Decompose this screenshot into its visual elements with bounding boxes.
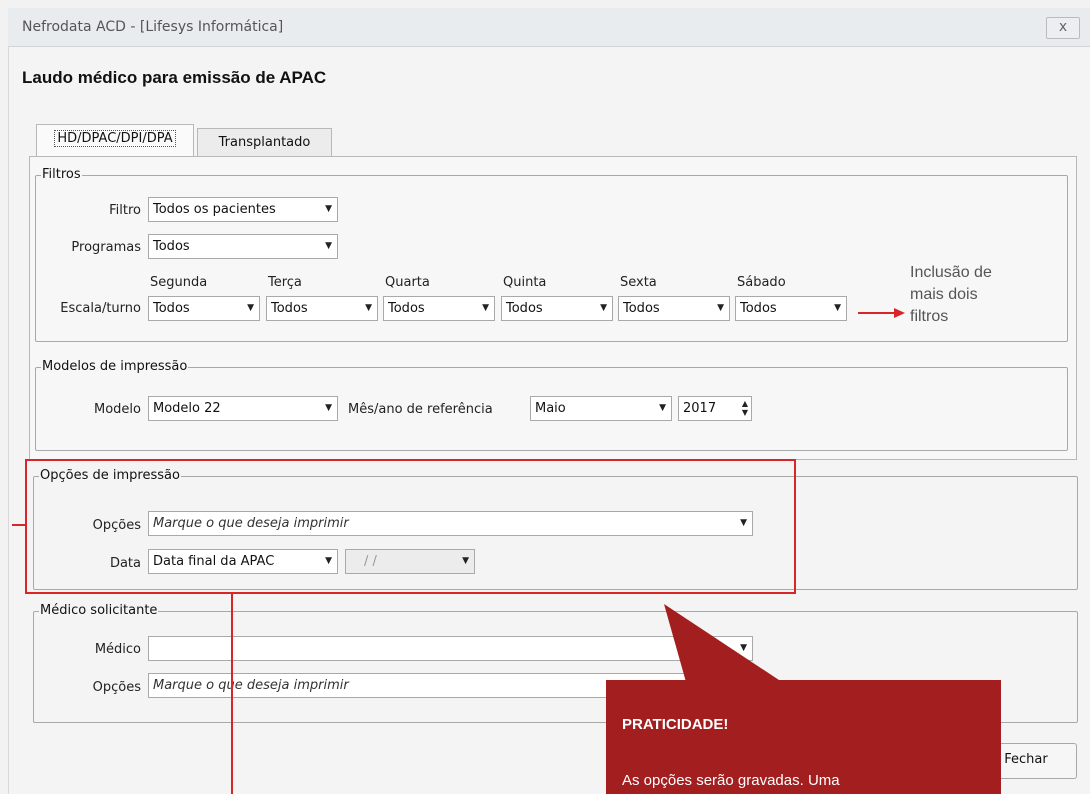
programas-value: Todos bbox=[153, 239, 190, 254]
terca-label: Terça bbox=[268, 275, 302, 290]
filtro-label: Filtro bbox=[109, 203, 141, 218]
quarta-label: Quarta bbox=[385, 275, 430, 290]
filtros-legend: Filtros bbox=[41, 167, 82, 182]
annotation-line: Inclusão de bbox=[910, 264, 992, 281]
sexta-label: Sexta bbox=[620, 275, 657, 290]
sabado-select[interactable]: Todos ▼ bbox=[735, 296, 847, 321]
mes-select[interactable]: Maio ▼ bbox=[530, 396, 672, 421]
segunda-label: Segunda bbox=[150, 275, 208, 290]
tab-hd-dpac-dpi-dpa[interactable]: HD/DPAC/DPI/DPA bbox=[36, 124, 194, 156]
modelos-legend: Modelos de impressão bbox=[41, 359, 189, 374]
callout-body: As opções serão gravadas. Uma bbox=[622, 772, 840, 789]
programas-select[interactable]: Todos ▼ bbox=[148, 234, 338, 259]
annotation-line: filtros bbox=[910, 308, 949, 325]
window-titlebar: Nefrodata ACD - [Lifesys Informática] x bbox=[8, 8, 1090, 47]
chevron-down-icon: ▼ bbox=[717, 303, 724, 313]
window-title: Nefrodata ACD - [Lifesys Informática] bbox=[22, 19, 284, 35]
chevron-down-icon: ▼ bbox=[365, 303, 372, 313]
mes-ano-label: Mês/ano de referência bbox=[348, 402, 493, 417]
annotation-line: mais dois bbox=[910, 286, 978, 303]
sabado-value: Todos bbox=[740, 301, 777, 316]
quarta-value: Todos bbox=[388, 301, 425, 316]
medico-solicitante-legend: Médico solicitante bbox=[39, 603, 159, 618]
escala-label: Escala/turno bbox=[60, 301, 141, 316]
chevron-down-icon: ▼ bbox=[325, 204, 332, 214]
segunda-select[interactable]: Todos ▼ bbox=[148, 296, 260, 321]
callout-pointer bbox=[664, 604, 782, 682]
close-button[interactable]: x bbox=[1046, 17, 1080, 39]
segunda-value: Todos bbox=[153, 301, 190, 316]
terca-value: Todos bbox=[271, 301, 308, 316]
tab-transplantado[interactable]: Transplantado bbox=[197, 128, 332, 157]
arrow-right-icon bbox=[858, 308, 905, 318]
chevron-down-icon: ▼ bbox=[247, 303, 254, 313]
sexta-select[interactable]: Todos ▼ bbox=[618, 296, 730, 321]
quarta-select[interactable]: Todos ▼ bbox=[383, 296, 495, 321]
annotation-text: Inclusão de mais dois filtros bbox=[910, 262, 1060, 328]
highlight-connector-left bbox=[12, 524, 26, 526]
tab-label: HD/DPAC/DPI/DPA bbox=[54, 130, 176, 147]
mes-value: Maio bbox=[535, 401, 566, 416]
ano-value: 2017 bbox=[683, 401, 717, 416]
terca-select[interactable]: Todos ▼ bbox=[266, 296, 378, 321]
page-title: Laudo médico para emissão de APAC bbox=[22, 68, 327, 87]
highlight-box bbox=[25, 459, 796, 594]
medico-label: Médico bbox=[94, 642, 141, 657]
spinner-arrows-icon: ▲ ▼ bbox=[741, 399, 748, 417]
filtro-select[interactable]: Todos os pacientes ▼ bbox=[148, 197, 338, 222]
medico-opcoes-label: Opções bbox=[92, 680, 141, 695]
medico-select[interactable]: ▼ bbox=[148, 636, 753, 661]
modelo-select[interactable]: Modelo 22 ▼ bbox=[148, 396, 338, 421]
chevron-down-icon: ▼ bbox=[659, 403, 666, 413]
callout-box: PRATICIDADE! As opções serão gravadas. U… bbox=[606, 680, 1001, 794]
chevron-down-icon: ▼ bbox=[325, 241, 332, 251]
chevron-down-icon: ▼ bbox=[482, 303, 489, 313]
callout-title: PRATICIDADE! bbox=[622, 716, 729, 733]
modelo-label: Modelo bbox=[94, 402, 141, 417]
ano-spinner[interactable]: 2017 ▲ ▼ bbox=[678, 396, 752, 421]
close-icon: x bbox=[1058, 19, 1068, 35]
tab-label: Transplantado bbox=[218, 135, 311, 150]
sexta-value: Todos bbox=[623, 301, 660, 316]
medico-opcoes-placeholder: Marque o que deseja imprimir bbox=[153, 678, 349, 693]
quinta-value: Todos bbox=[506, 301, 543, 316]
quinta-select[interactable]: Todos ▼ bbox=[501, 296, 613, 321]
highlight-connector-down bbox=[231, 593, 233, 794]
modelo-value: Modelo 22 bbox=[153, 401, 221, 416]
quinta-label: Quinta bbox=[503, 275, 547, 290]
programas-label: Programas bbox=[71, 240, 141, 255]
sabado-label: Sábado bbox=[737, 275, 786, 290]
chevron-down-icon: ▼ bbox=[834, 303, 841, 313]
chevron-down-icon: ▼ bbox=[325, 403, 332, 413]
filtro-value: Todos os pacientes bbox=[153, 202, 276, 217]
chevron-down-icon: ▼ bbox=[600, 303, 607, 313]
